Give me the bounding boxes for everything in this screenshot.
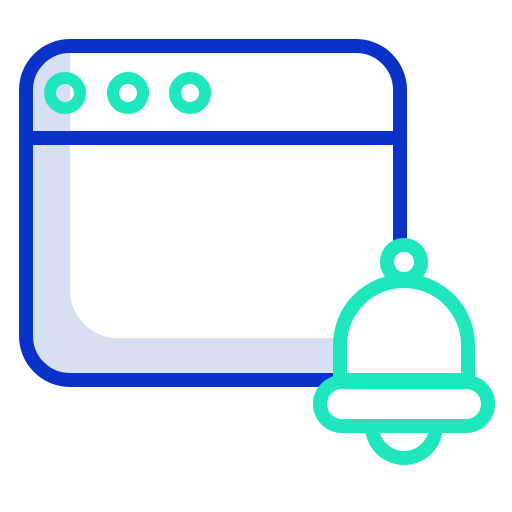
notification-browser-icon [0, 0, 512, 512]
window-control-dots [44, 72, 211, 114]
browser-notification-icon [19, 39, 495, 465]
notification-bell-icon [313, 238, 495, 465]
bell-rim-icon [313, 375, 495, 433]
window-dot-icon [169, 72, 211, 114]
bell-dome-icon [333, 274, 475, 387]
window-dot-icon [107, 72, 149, 114]
bell-hanger-icon [380, 238, 428, 286]
